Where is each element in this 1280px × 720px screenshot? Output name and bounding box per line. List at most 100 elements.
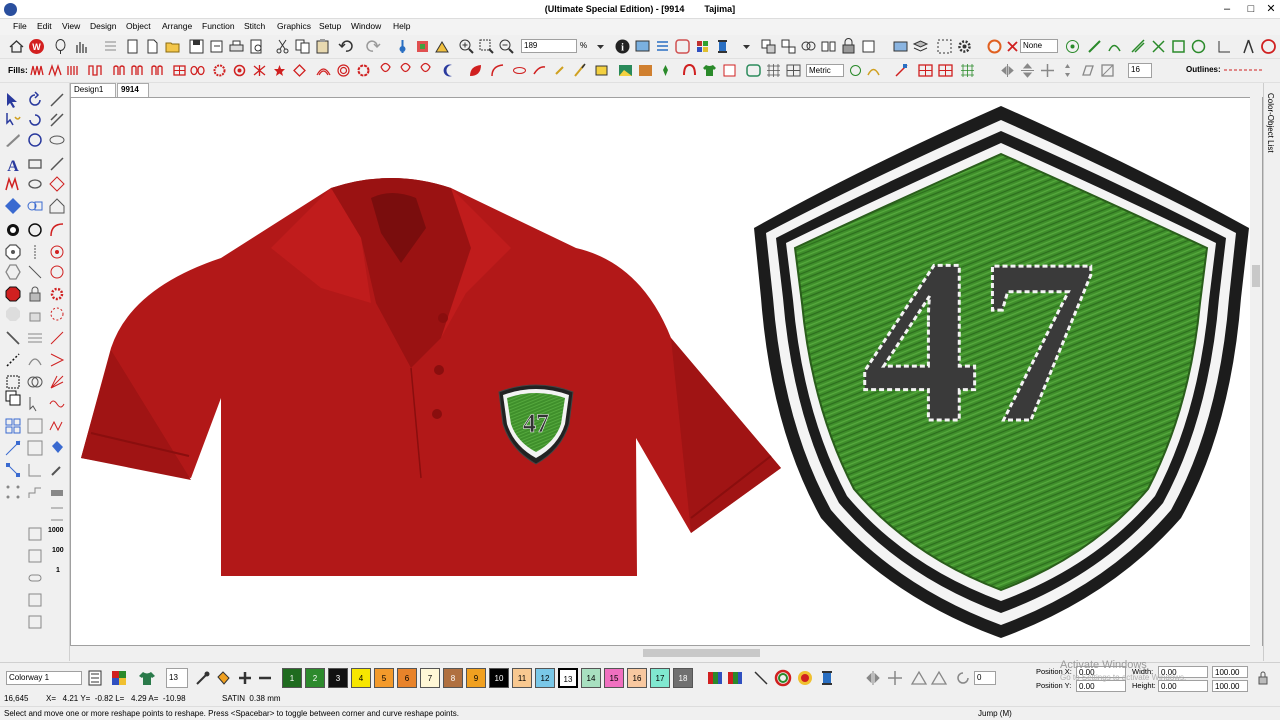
stop-hexagon-icon[interactable] xyxy=(4,285,22,303)
menu-view[interactable]: View xyxy=(62,21,80,31)
ring-tool-icon[interactable] xyxy=(26,221,44,239)
units-select[interactable]: Metric xyxy=(806,64,844,77)
target-icon[interactable] xyxy=(48,243,66,261)
thread-swatch-1[interactable]: 1 xyxy=(282,668,302,688)
menu-setup[interactable]: Setup xyxy=(319,21,341,31)
design-canvas[interactable]: 47 47 xyxy=(70,97,1263,646)
paste-icon[interactable] xyxy=(314,38,331,55)
pattern-run-icon[interactable] xyxy=(938,62,953,79)
undo-icon[interactable] xyxy=(338,38,355,55)
move-icon[interactable] xyxy=(1040,62,1055,79)
thread-swatch-13[interactable]: 13 xyxy=(558,668,578,688)
menu-arrange[interactable]: Arrange xyxy=(162,21,192,31)
scale-icon[interactable] xyxy=(1100,62,1115,79)
rotate-ccw-icon[interactable] xyxy=(26,111,44,129)
wreath-icon[interactable] xyxy=(48,305,66,323)
shirt-icon[interactable] xyxy=(702,62,717,79)
density-100-label[interactable]: 100 xyxy=(52,547,64,554)
oval-tool-icon[interactable] xyxy=(48,131,66,149)
thread-swatch-8[interactable]: 8 xyxy=(443,668,463,688)
branching-icon[interactable] xyxy=(1150,38,1167,55)
appliqué-icon[interactable] xyxy=(722,62,737,79)
rectangle-tool-icon[interactable] xyxy=(26,155,44,173)
eraser-icon[interactable] xyxy=(48,483,66,501)
stitch-player-icon[interactable] xyxy=(394,38,411,55)
grid-select-icon[interactable] xyxy=(4,417,22,435)
thread-list-icon[interactable] xyxy=(86,669,104,687)
curve-shape-icon[interactable] xyxy=(48,221,66,239)
copy-icon[interactable] xyxy=(294,38,311,55)
fill-knot-icon[interactable] xyxy=(378,62,393,79)
rotate-cw-icon[interactable] xyxy=(26,91,44,109)
colorway-dropdown[interactable]: Colorway 1 xyxy=(6,671,82,685)
shirt-preview-icon[interactable] xyxy=(138,669,156,687)
measure-icon[interactable] xyxy=(1216,38,1233,55)
split-icon[interactable] xyxy=(26,243,44,261)
menu-object[interactable]: Object xyxy=(126,21,151,31)
zoom-in-icon[interactable] xyxy=(458,38,475,55)
remove-overlap-icon[interactable] xyxy=(26,373,44,391)
thread-swatch-3[interactable]: 3 xyxy=(328,668,348,688)
align-grid-icon[interactable] xyxy=(26,417,44,435)
dot-grid-icon[interactable] xyxy=(4,483,22,501)
thread-swatch-14[interactable]: 14 xyxy=(581,668,601,688)
thread-swatch-7[interactable]: 7 xyxy=(420,668,440,688)
thread-swatch-11[interactable]: 11 xyxy=(512,668,532,688)
moon-icon[interactable] xyxy=(442,62,457,79)
ungroup-icon[interactable] xyxy=(780,38,797,55)
auto-start-end-icon[interactable] xyxy=(1086,38,1103,55)
density-1-label[interactable]: 1 xyxy=(56,567,60,574)
monogram-icon[interactable] xyxy=(682,62,697,79)
horizontal-scrollbar[interactable] xyxy=(80,646,1250,660)
cursor-drop-icon[interactable] xyxy=(26,395,44,413)
curve-tool-icon[interactable] xyxy=(866,62,881,79)
fill-zigzag-icon[interactable] xyxy=(48,62,63,79)
color-sequence-icon[interactable] xyxy=(726,669,744,687)
distribute-icon[interactable] xyxy=(26,439,44,457)
polo-shirt[interactable] xyxy=(81,178,781,576)
fill-braid-icon[interactable] xyxy=(418,62,433,79)
zoom-dropdown-icon[interactable] xyxy=(592,38,609,55)
outline-dashed-icon[interactable] xyxy=(1224,67,1264,73)
trim-icon[interactable] xyxy=(26,263,44,281)
rotate-free-icon[interactable] xyxy=(26,131,44,149)
new-design-icon[interactable] xyxy=(124,38,141,55)
cut-icon[interactable] xyxy=(274,38,291,55)
tab-design1[interactable]: Design1 ✕ xyxy=(70,83,116,106)
grid-alt-icon[interactable] xyxy=(786,62,801,79)
grid-icon[interactable] xyxy=(766,62,781,79)
sparkle-icon[interactable] xyxy=(552,62,567,79)
dropdown-arrow-icon[interactable] xyxy=(738,38,755,55)
menu-window[interactable]: Window xyxy=(351,21,381,31)
zoom-box-icon[interactable] xyxy=(478,38,495,55)
hoop-center-icon[interactable] xyxy=(1064,38,1081,55)
close-button[interactable]: ✕ xyxy=(1264,2,1278,16)
thread-swatch-9[interactable]: 9 xyxy=(466,668,486,688)
fill-wave-icon[interactable] xyxy=(130,62,145,79)
slow-redraw-icon[interactable] xyxy=(434,38,451,55)
closest-join-icon[interactable] xyxy=(1170,38,1187,55)
zoom-input[interactable]: 189 xyxy=(521,39,577,53)
design-properties-icon[interactable] xyxy=(634,38,651,55)
needle-icon[interactable] xyxy=(4,329,22,347)
digitize-diamond-icon[interactable] xyxy=(4,197,22,215)
blend-icon[interactable] xyxy=(796,669,814,687)
fill-flower-icon[interactable] xyxy=(356,62,371,79)
zigzag-tool-icon[interactable] xyxy=(48,417,66,435)
open-folder-icon[interactable] xyxy=(164,38,181,55)
ellipse-tool-icon[interactable] xyxy=(26,175,44,193)
arrow-shape-icon[interactable] xyxy=(48,175,66,193)
balloon-icon[interactable] xyxy=(52,38,69,55)
pattern-fill-icon[interactable] xyxy=(918,62,933,79)
frame-icon[interactable] xyxy=(26,591,44,609)
new-file-icon[interactable] xyxy=(144,38,161,55)
remove-color-icon[interactable] xyxy=(256,669,274,687)
stitch-view-icon[interactable] xyxy=(414,38,431,55)
width-percent-input[interactable]: 100.00 xyxy=(1212,666,1248,678)
color-match-icon[interactable] xyxy=(706,669,724,687)
thread-swatch-18[interactable]: 18 xyxy=(673,668,693,688)
layers-icon[interactable] xyxy=(912,38,929,55)
tab-9914[interactable]: 9914 ✕ xyxy=(117,83,149,106)
stitch-angles-tool-icon[interactable] xyxy=(48,111,66,129)
info-icon[interactable]: i xyxy=(614,38,631,55)
